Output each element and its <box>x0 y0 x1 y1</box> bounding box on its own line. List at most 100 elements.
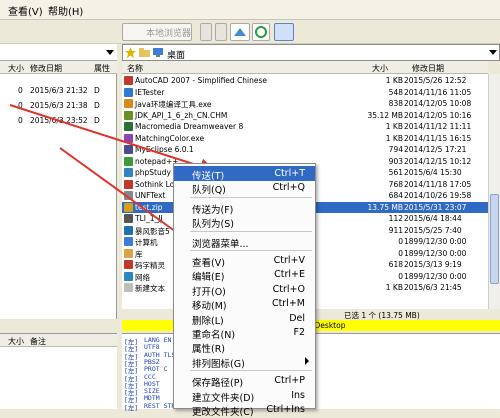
file-name: MatchingColor.exe <box>135 133 205 143</box>
folder-up-icon[interactable] <box>139 47 150 58</box>
left-row[interactable]: 0 2015/6/3 21:38 D <box>0 100 117 111</box>
context-menu: 传送(T) Ctrl+T 队列(Q) Ctrl+Q 传送为(F) 队列为(S) 浏览器菜单.… <box>173 163 316 418</box>
menu-help[interactable]: 帮助(H) <box>48 3 83 18</box>
menu-item-shortcut: Ins <box>291 389 305 401</box>
file-icon <box>124 248 133 258</box>
context-menu-item[interactable]: 建立文件夹(D) Ins <box>174 388 315 404</box>
file-row[interactable]: Java环境编译工具.exe 838 2014/12/05 10:08 <box>122 98 488 109</box>
file-size: 1 KB <box>385 122 403 131</box>
context-menu-item[interactable]: 传送(T) Ctrl+T <box>174 166 315 182</box>
context-menu-item[interactable]: 删除(L) Del <box>174 311 315 327</box>
context-menu-item[interactable]: 属性(R) <box>174 339 315 355</box>
context-menu-item[interactable]: 更改文件夹(C) Ctrl+Ins <box>174 402 315 418</box>
file-row[interactable]: AutoCAD 2007 - Simplified Chinese 1 KB 201… <box>122 75 488 86</box>
file-date: 2015/6/3 21:45 <box>404 283 462 292</box>
file-row[interactable]: MyEclipse 6.0.1 794 2014/12/5 17:21 <box>122 144 488 155</box>
stop-button[interactable] <box>215 23 227 41</box>
menu-item-label: 队列为(S) <box>192 219 234 231</box>
scrollbar-thumb[interactable] <box>490 194 499 284</box>
toolbar: 本地浏览器 <box>0 20 500 44</box>
path-text: 桌面 <box>167 51 186 61</box>
context-menu-item[interactable]: 队列为(S) <box>174 214 315 231</box>
file-size: 0 <box>398 248 403 258</box>
context-menu-item[interactable]: 移动(M) Ctrl+M <box>174 296 315 312</box>
menu-item-shortcut: Ctrl+T <box>274 168 305 179</box>
menu-item-shortcut: Ctrl+P <box>274 375 305 387</box>
left-row[interactable]: 0 2015/6/3 23:52 D <box>0 115 117 126</box>
file-date: 2015/5/25 7:40 <box>404 225 462 235</box>
right-path-box[interactable]: 桌面 <box>122 44 500 61</box>
menu-item-label: 浏览器菜单... <box>192 238 249 250</box>
queue-pane[interactable]: 大小 备注 <box>0 333 117 409</box>
file-name: 码字精灵 <box>135 261 165 270</box>
col-name[interactable]: 名称 <box>127 63 143 74</box>
col-size[interactable]: 大小 <box>8 336 24 347</box>
file-size: 1 KB <box>385 133 403 143</box>
file-date: 2014/10/26 19:58 <box>404 191 472 200</box>
file-name: IETester <box>135 87 165 97</box>
chevron-down-icon[interactable] <box>106 50 114 56</box>
chevron-down-icon[interactable] <box>489 50 497 56</box>
context-menu-item[interactable]: 查看(V) Ctrl+V <box>174 253 315 269</box>
file-date: 2014/12/15 10:12 <box>404 156 472 166</box>
context-menu-item[interactable]: 保存路径(P) Ctrl+P <box>174 373 315 389</box>
file-icon <box>124 168 133 177</box>
context-menu-item[interactable]: 重命名(N) F2 <box>174 325 315 341</box>
file-row[interactable]: JDK_API_1_6_zh_CN.CHM 35.12 MB 2014/12/05 … <box>122 110 488 121</box>
file-date: 2014/11/16 11:05 <box>404 87 472 97</box>
current-path-text: \Desktop <box>312 321 346 330</box>
file-date: 2014/11/18 17:05 <box>404 179 472 189</box>
menu-separator <box>190 370 312 372</box>
file-size: 768 <box>388 179 403 189</box>
file-row[interactable]: IETester 548 2014/11/16 11:05 <box>122 87 488 98</box>
pause-button[interactable] <box>200 23 212 41</box>
refresh-icon[interactable] <box>252 23 270 41</box>
file-date: 2014/12/5 17:21 <box>404 145 467 154</box>
file-row[interactable]: Macromedia Dreamweaver 8 1 KB 2014/11/12 1… <box>122 121 488 132</box>
context-menu-item[interactable]: 传送为(F) <box>174 200 315 216</box>
menu-separator <box>190 230 312 232</box>
context-menu-item[interactable]: 队列(Q) Ctrl+Q <box>174 180 315 197</box>
menu-item-label: 排列图标(G) <box>192 358 245 370</box>
left-row[interactable]: 0 2015/6/3 21:32 D <box>0 85 117 96</box>
col-attr[interactable]: 属性 <box>94 63 110 74</box>
star-icon[interactable] <box>125 47 136 58</box>
context-menu-item[interactable]: 排列图标(G) <box>174 354 315 370</box>
file-icon <box>124 191 133 200</box>
menu-item-shortcut: F2 <box>293 327 305 338</box>
file-date: 1899/12/30 0:00 <box>404 248 467 258</box>
menu-view[interactable]: 查看(V) <box>8 3 43 18</box>
left-path-box[interactable] <box>0 44 117 61</box>
left-file-pane[interactable]: 大小 修改日期 属性 0 2015/6/3 21:32 D 0 2015/6/3… <box>0 61 117 319</box>
file-name: Sothink Lo <box>135 179 175 189</box>
col-note[interactable]: 备注 <box>30 336 46 347</box>
col-modified[interactable]: 修改日期 <box>30 63 62 74</box>
file-date: 2015/6/4 18:44 <box>404 214 462 223</box>
context-menu-item[interactable]: 浏览器菜单... <box>174 234 315 250</box>
col-modified[interactable]: 修改日期 <box>412 63 444 74</box>
file-icon <box>124 202 133 212</box>
transfer-icon[interactable] <box>230 23 250 41</box>
context-menu-item[interactable]: 编辑(E) Ctrl+E <box>174 267 315 283</box>
file-icon <box>124 133 133 143</box>
file-row[interactable]: MatchingColor.exe 1 KB 2014/11/15 16:15 <box>122 133 488 144</box>
file-size: 911 <box>388 225 403 235</box>
right-scrollbar[interactable] <box>488 74 500 309</box>
menu-item-shortcut: Ctrl+Ins <box>266 404 305 415</box>
file-icon <box>124 122 133 131</box>
file-date: 2015/5/26 12:52 <box>404 76 467 85</box>
menu-item-label: 队列(Q) <box>192 185 226 197</box>
file-name: Macromedia Dreamweaver 8 <box>135 122 244 131</box>
file-date: 2015/6/4 15:30 <box>404 168 462 177</box>
file-date: 1899/12/30 0:00 <box>404 237 467 246</box>
file-name: 网络 <box>135 272 150 282</box>
log-text: REST STR <box>144 401 176 410</box>
menu-item-shortcut: Ctrl+M <box>271 298 305 310</box>
col-size[interactable]: 大小 <box>372 63 388 74</box>
context-menu-item[interactable]: 打开(O) Ctrl+O <box>174 282 315 298</box>
col-size[interactable]: 大小 <box>8 63 24 74</box>
queue-column-header: 大小 备注 <box>0 334 117 347</box>
menu-item-shortcut: Ctrl+V <box>273 255 305 266</box>
view-toggle-icon[interactable] <box>274 23 294 41</box>
file-size: 903 <box>388 156 403 166</box>
